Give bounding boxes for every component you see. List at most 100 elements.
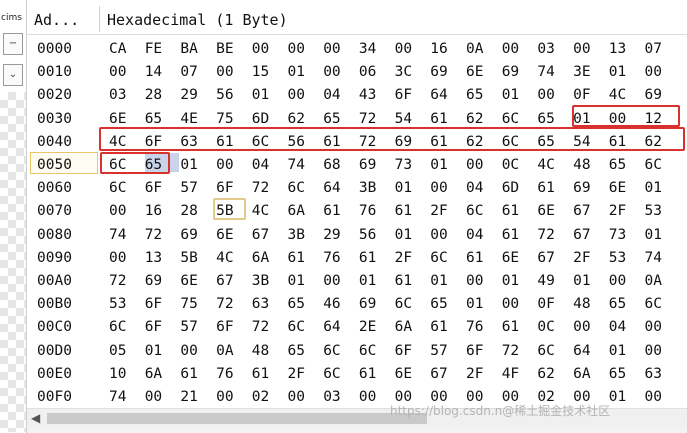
hex-byte-cell[interactable]: 00 — [609, 273, 637, 289]
hex-byte-cell[interactable]: 00 — [109, 203, 137, 219]
column-divider[interactable] — [99, 6, 100, 32]
hex-byte-cell[interactable]: 0C — [537, 319, 565, 335]
hex-byte-cell[interactable]: 62 — [537, 366, 565, 382]
hex-byte-cell[interactable]: 53 — [109, 296, 137, 312]
hex-byte-cell[interactable]: 6C — [109, 180, 137, 196]
hex-byte-cell[interactable]: 01 — [359, 273, 387, 289]
hex-byte-cell[interactable]: 0F — [537, 296, 565, 312]
hex-byte-cell[interactable]: 00 — [288, 389, 316, 405]
hex-byte-cell[interactable]: 6C — [288, 180, 316, 196]
hex-byte-cell[interactable]: 69 — [359, 157, 387, 173]
hex-byte-cell[interactable]: 65 — [609, 157, 637, 173]
hex-byte-cell[interactable]: 0A — [645, 273, 673, 289]
hex-byte-cell[interactable]: 4E — [180, 111, 208, 127]
hex-byte-cell[interactable]: 74 — [288, 157, 316, 173]
hex-byte-cell[interactable]: 04 — [609, 319, 637, 335]
hex-byte-cell[interactable]: 34 — [359, 41, 387, 57]
hex-byte-cell[interactable]: 01 — [430, 157, 458, 173]
hex-byte-cell[interactable]: 75 — [180, 296, 208, 312]
hex-byte-cell[interactable]: 01 — [573, 273, 601, 289]
hex-byte-cell[interactable]: 3E — [573, 64, 601, 80]
hex-byte-cell[interactable]: 74 — [645, 250, 673, 266]
hex-byte-cell[interactable]: 6C — [645, 296, 673, 312]
hex-byte-cell[interactable]: 6A — [288, 203, 316, 219]
hex-byte-cell[interactable]: 54 — [395, 111, 423, 127]
hex-byte-cell[interactable]: 4F — [502, 366, 530, 382]
hex-byte-cell[interactable]: 01 — [609, 64, 637, 80]
hex-byte-cell[interactable]: 00 — [109, 64, 137, 80]
hex-byte-cell[interactable]: 6A — [573, 366, 601, 382]
hex-byte-cell[interactable]: 6D — [252, 111, 280, 127]
hex-byte-cell[interactable]: 10 — [109, 366, 137, 382]
hex-byte-cell[interactable]: 6F — [145, 180, 173, 196]
hex-byte-cell[interactable]: 62 — [288, 111, 316, 127]
hex-byte-cell[interactable]: 00 — [288, 87, 316, 103]
hex-byte-cell[interactable]: 61 — [502, 319, 530, 335]
hex-byte-cell[interactable]: 00 — [395, 41, 423, 57]
hex-byte-cell[interactable]: 6C — [323, 343, 351, 359]
hex-byte-cell[interactable]: 72 — [359, 111, 387, 127]
hex-byte-cell[interactable]: 00 — [645, 64, 673, 80]
hex-byte-cell[interactable]: 06 — [359, 64, 387, 80]
hex-byte-cell[interactable]: 64 — [430, 87, 458, 103]
hex-byte-cell[interactable]: 73 — [395, 157, 423, 173]
row-address[interactable]: 00D0 — [37, 343, 72, 359]
hex-byte-cell[interactable]: 2F — [466, 366, 494, 382]
row-address[interactable]: 0010 — [37, 64, 72, 80]
hex-byte-cell[interactable]: 04 — [323, 87, 351, 103]
hex-byte-cell[interactable]: 65 — [145, 111, 173, 127]
hex-byte-cell[interactable]: 61 — [180, 366, 208, 382]
hex-byte-cell[interactable]: 67 — [537, 250, 565, 266]
hex-byte-cell[interactable]: 4C — [537, 157, 565, 173]
hex-byte-cell[interactable]: 69 — [573, 180, 601, 196]
hex-byte-cell[interactable]: 65 — [288, 343, 316, 359]
hex-byte-cell[interactable]: 00 — [180, 343, 208, 359]
hex-byte-cell[interactable]: 6F — [395, 87, 423, 103]
hex-byte-cell[interactable]: 5B — [180, 250, 208, 266]
hex-byte-cell[interactable]: 6C — [466, 203, 494, 219]
hex-byte-cell[interactable]: 6F — [216, 180, 244, 196]
hex-byte-cell[interactable]: 15 — [252, 64, 280, 80]
hex-byte-cell[interactable]: 65 — [323, 111, 351, 127]
hex-byte-cell[interactable]: 61 — [502, 227, 530, 243]
hex-byte-cell[interactable]: 6E — [537, 203, 565, 219]
hex-byte-cell[interactable]: 65 — [288, 296, 316, 312]
hex-byte-cell[interactable]: 00 — [430, 227, 458, 243]
hex-byte-cell[interactable]: 6E — [609, 180, 637, 196]
row-address[interactable]: 0050 — [37, 157, 72, 173]
hex-byte-cell[interactable]: 48 — [252, 343, 280, 359]
hex-editor-panel[interactable]: Ad... Hexadecimal (1 Byte) 0000 CA FE BA BE 0… — [27, 0, 687, 433]
row-address[interactable]: 0070 — [37, 203, 72, 219]
hex-byte-cell[interactable]: 56 — [359, 227, 387, 243]
hex-byte-cell[interactable]: 00 — [359, 389, 387, 405]
hex-byte-cell[interactable]: 28 — [180, 203, 208, 219]
row-address[interactable]: 00B0 — [37, 296, 72, 312]
hex-byte-cell[interactable]: 72 — [145, 227, 173, 243]
hex-byte-cell[interactable]: 00 — [645, 319, 673, 335]
hex-byte-cell[interactable]: 01 — [609, 389, 637, 405]
hex-byte-cell[interactable]: 65 — [609, 366, 637, 382]
hex-byte-cell[interactable]: 01 — [430, 273, 458, 289]
hex-byte-cell[interactable]: 6C — [359, 343, 387, 359]
hex-byte-cell[interactable]: 57 — [180, 180, 208, 196]
hex-byte-cell[interactable]: 65 — [430, 296, 458, 312]
hex-byte-cell[interactable]: 67 — [252, 227, 280, 243]
minimize-icon[interactable]: − — [3, 33, 23, 55]
hex-byte-cell[interactable]: 6F — [216, 319, 244, 335]
hex-byte-cell[interactable]: 01 — [288, 64, 316, 80]
hex-byte-cell[interactable]: 6F — [395, 343, 423, 359]
hex-byte-cell[interactable]: 64 — [323, 180, 351, 196]
hex-byte-cell[interactable]: 65 — [537, 111, 565, 127]
hex-byte-cell[interactable]: 56 — [216, 87, 244, 103]
address-column-header[interactable]: Ad... — [34, 11, 79, 29]
hex-byte-cell[interactable]: 65 — [609, 296, 637, 312]
hex-byte-cell[interactable]: 72 — [109, 273, 137, 289]
hex-byte-cell[interactable]: 2F — [288, 366, 316, 382]
hex-byte-cell[interactable]: 00 — [466, 273, 494, 289]
hex-byte-cell[interactable]: 00 — [430, 180, 458, 196]
hex-byte-cell[interactable]: 00 — [323, 64, 351, 80]
hex-byte-cell[interactable]: 05 — [109, 343, 137, 359]
hex-byte-cell[interactable]: 00 — [288, 41, 316, 57]
hex-byte-cell[interactable]: 2F — [573, 250, 601, 266]
hex-byte-cell[interactable]: 61 — [359, 250, 387, 266]
